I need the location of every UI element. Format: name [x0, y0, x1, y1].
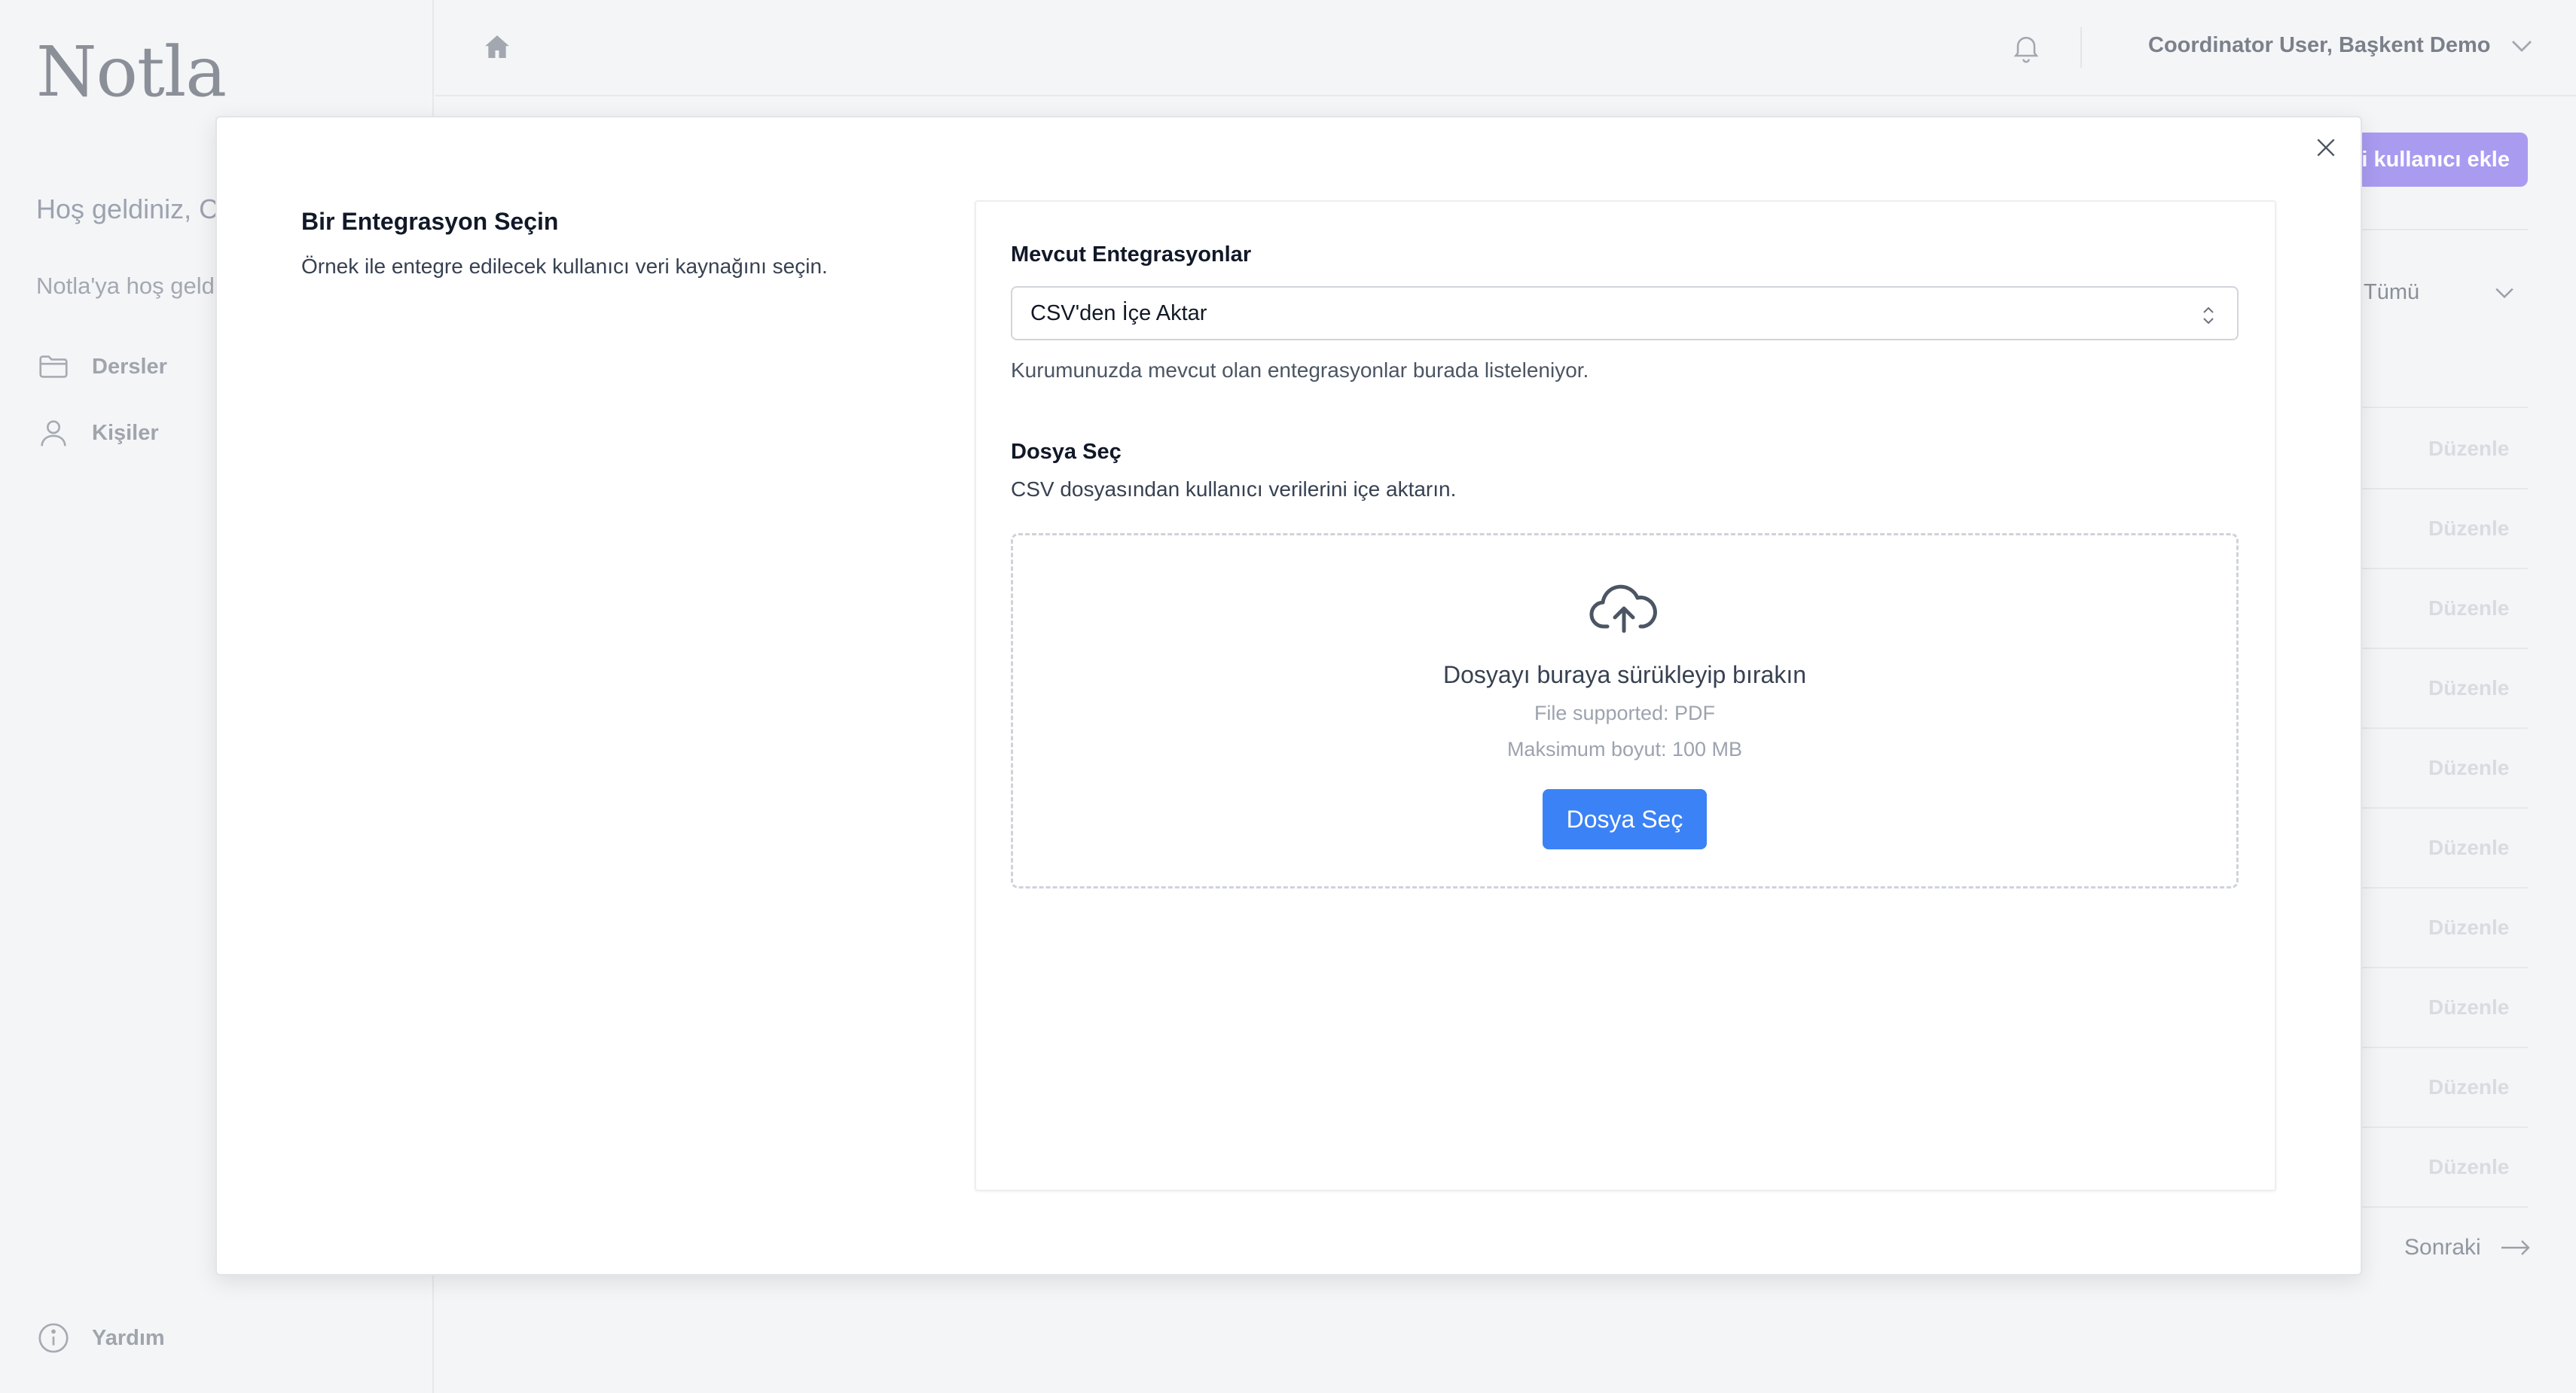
edit-link[interactable]: Düzenle [2428, 517, 2509, 541]
divider [2350, 887, 2528, 889]
integration-select[interactable]: CSV'den İçe Aktar [1011, 286, 2239, 340]
next-label: Sonraki [2404, 1235, 2481, 1260]
integrations-label: Mevcut Entegrasyonlar [1011, 242, 1252, 267]
integrations-help: Kurumunuzda mevcut olan entegrasyonlar b… [1011, 358, 1589, 382]
filter-value: Tümü [2364, 280, 2420, 304]
divider [2350, 1047, 2528, 1048]
home-icon[interactable] [482, 32, 512, 62]
choose-file-button[interactable]: Dosya Seç [1543, 789, 1707, 849]
sidebar-item-kisiler[interactable]: Kişiler [36, 416, 159, 450]
edit-link[interactable]: Düzenle [2428, 676, 2509, 700]
bell-icon[interactable] [2010, 30, 2043, 65]
divider [2350, 229, 2528, 230]
divider [2350, 807, 2528, 809]
divider [2350, 1126, 2528, 1128]
person-icon [41, 420, 66, 447]
divider [2350, 568, 2528, 569]
file-label: Dosya Seç [1011, 440, 1122, 464]
folder-icon [39, 355, 68, 378]
cloud-upload-icon [1589, 584, 1657, 633]
sidebar-item-label: Dersler [92, 354, 167, 379]
divider [2350, 1206, 2528, 1208]
divider [2350, 967, 2528, 968]
step-description: Örnek ile entegre edilecek kullanıcı ver… [301, 255, 828, 278]
sidebar-item-dersler[interactable]: Dersler [36, 349, 167, 384]
divider [2350, 648, 2528, 649]
dropzone-title: Dosyayı buraya sürükleyip bırakın [1443, 661, 1806, 688]
app-logo: Notla [36, 32, 227, 112]
header-divider [2080, 27, 2082, 68]
divider [2350, 407, 2528, 408]
edit-link[interactable]: Düzenle [2428, 916, 2509, 940]
sidebar-item-label: Yardım [92, 1325, 165, 1350]
chevron-down-icon [2512, 40, 2532, 52]
file-description: CSV dosyasından kullanıcı verilerini içe… [1011, 477, 1457, 501]
role-filter[interactable]: Tümü [2364, 280, 2514, 305]
edit-link[interactable]: Düzenle [2428, 756, 2509, 780]
max-file-size: Maksimum boyut: 100 MB [1506, 738, 1743, 761]
close-button[interactable] [2311, 133, 2341, 163]
chevron-down-icon [2495, 288, 2513, 298]
user-menu-label: Coordinator User, Başkent Demo [2148, 33, 2491, 57]
divider [2350, 488, 2528, 489]
edit-link[interactable]: Düzenle [2428, 995, 2509, 1020]
edit-link[interactable]: Düzenle [2428, 437, 2509, 461]
next-page-link[interactable]: Sonraki [2404, 1235, 2531, 1260]
edit-link[interactable]: Düzenle [2428, 596, 2509, 620]
edit-link[interactable]: Düzenle [2428, 836, 2509, 860]
edit-link[interactable]: Düzenle [2428, 1155, 2509, 1179]
sidebar-item-help[interactable]: Yardım [36, 1321, 165, 1355]
sidebar-item-label: Kişiler [92, 420, 159, 445]
info-icon [38, 1323, 69, 1353]
step-title: Bir Entegrasyon Seçin [301, 208, 559, 235]
user-menu[interactable]: Coordinator User, Başkent Demo [2148, 33, 2532, 58]
integration-selected-value: CSV'den İçe Aktar [1030, 300, 1207, 325]
arrow-right-icon [2501, 1240, 2530, 1255]
close-icon [2317, 139, 2335, 157]
select-arrows-icon [2203, 306, 2214, 325]
supported-formats: File supported: PDF [1534, 702, 1716, 724]
divider [2350, 727, 2528, 729]
edit-link[interactable]: Düzenle [2428, 1075, 2509, 1099]
